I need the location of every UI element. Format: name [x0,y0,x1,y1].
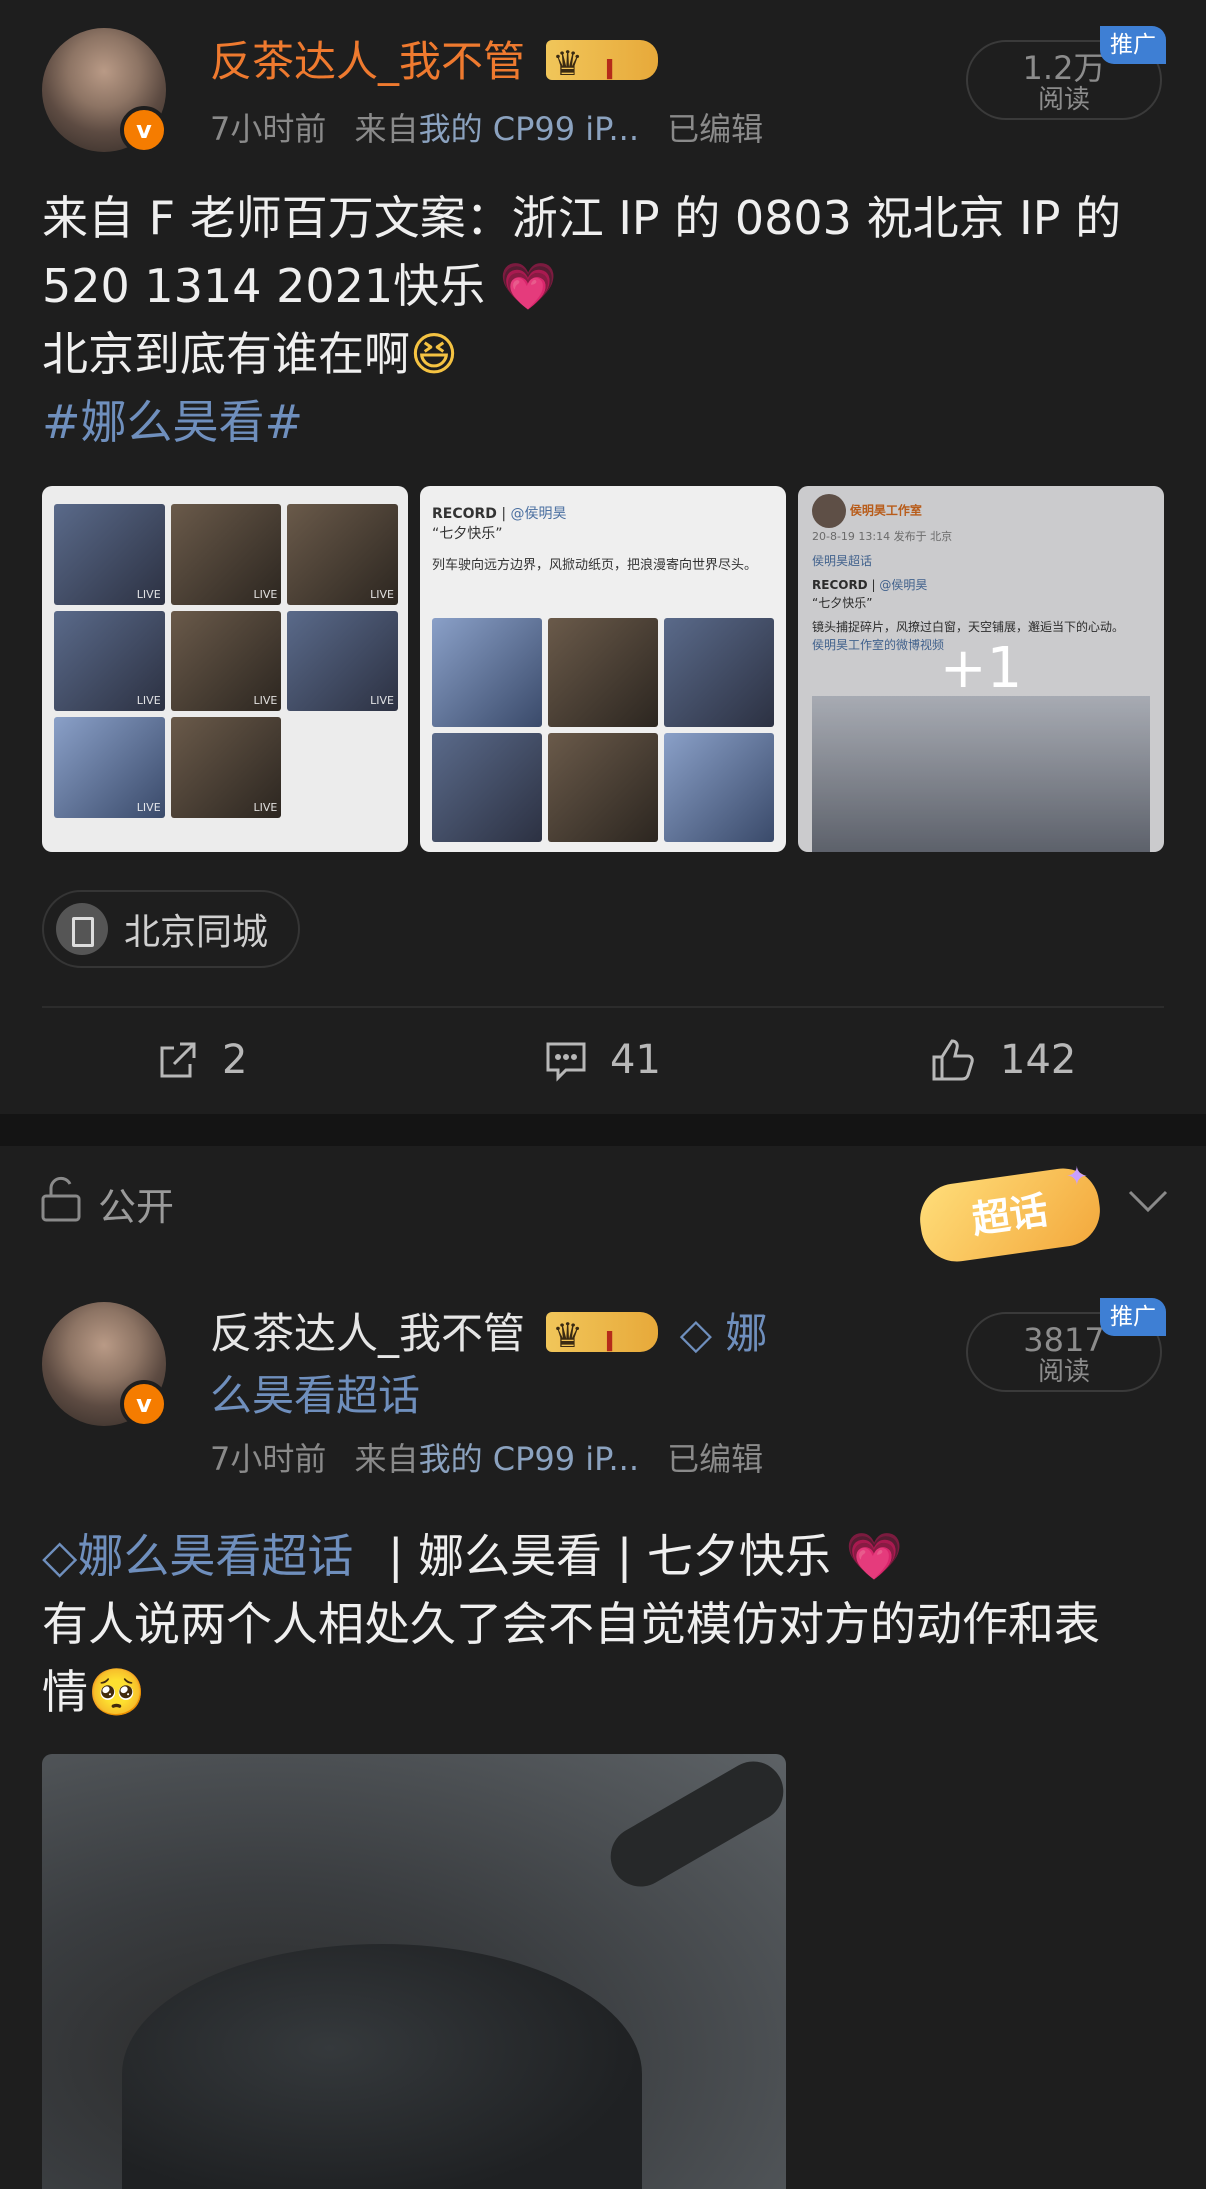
photo: LIVE [54,504,165,605]
repost-button[interactable]: 2 [156,1032,247,1088]
post-text-line: 来自 F 老师百万文案：浙江 IP 的 0803 祝北京 IP 的 [42,191,1122,245]
touched-emoji-icon: 🥺 [88,1665,146,1719]
source-prefix: 来自 [354,1440,419,1478]
read-label: 阅读 [1037,1357,1090,1387]
post-meta: 7小时前 来自我的 CP99 iP... 已编辑 [210,104,763,150]
photo-arm [599,1754,786,1898]
location-label: 北京同城 [124,912,269,953]
promo-badge[interactable]: 推广 [1100,26,1166,64]
photo: LIVE [54,610,165,712]
post-meta: 7小时前 来自我的 CP99 iP... 已编辑 [210,1434,763,1480]
hashtag-link[interactable]: #娜么昊看# [42,388,1172,456]
post-time: 7小时前 [210,1440,327,1478]
unlock-icon [41,1176,81,1222]
edited-label[interactable]: 已编辑 [667,1440,763,1478]
post-text-line: 情 [42,1665,88,1719]
image-thumb-1[interactable]: LIVE LIVE LIVE LIVE LIVE LIVE LIVE LIVE [42,486,408,852]
share-icon [160,1042,196,1078]
heart-emoji-icon: 💗 [499,259,558,313]
source-prefix: 来自 [354,110,419,148]
photo: LIVE [170,717,282,818]
diamond-icon: ◇ [42,1529,78,1583]
feed-separator [0,1114,1206,1146]
photo [432,733,542,842]
diamond-icon: ◇ [679,1309,713,1358]
post-tags: | 娜么昊看 | 七夕快乐 [388,1529,831,1583]
photo-figure [122,1944,642,2189]
image-thumb-3[interactable]: 侯明昊工作室 20-8-19 13:14 发布于 北京 侯明昊超话 RECORD… [798,486,1164,852]
chevron-down-icon[interactable] [1126,1188,1170,1216]
edited-label[interactable]: 已编辑 [667,110,763,148]
comment-count: 41 [610,1037,661,1083]
comment-icon [546,1042,586,1082]
photo [432,618,542,727]
photo: LIVE [170,504,282,605]
repost-count: 2 [222,1037,248,1083]
post-1: v 反茶达人_我不管 7小时前 来自我的 CP99 iP... 已编辑 1.2万… [0,0,1206,1110]
photo [664,618,774,727]
verified-badge-icon: v [120,1380,168,1428]
avatar[interactable]: v [42,1302,168,1428]
more-images-count: +1 [939,636,1023,701]
like-count: 142 [1000,1037,1077,1083]
username[interactable]: 反茶达人_我不管 [210,34,659,98]
post-text: ◇娜么昊看超话 | 娜么昊看 | 七夕快乐 💗 有人说两个人相处久了会不自觉模仿… [42,1522,1172,1726]
source-link[interactable]: 我的 CP99 iP... [419,110,639,148]
vip-crown-icon [546,1308,659,1370]
thumbs-up-icon [932,1039,974,1081]
post-2: v 反茶达人_我不管 ◇ 娜 么昊看超话 7小时前 来自我的 CP99 iP..… [0,1256,1206,2189]
source-link[interactable]: 我的 CP99 iP... [419,1440,639,1478]
post-time: 7小时前 [210,110,327,148]
photo: LIVE [287,610,398,712]
post-text-line: 有人说两个人相处久了会不自觉模仿对方的动作和表 [42,1597,1100,1651]
sparkle-icon: ✦ [1066,1162,1088,1192]
read-label: 阅读 [1037,85,1090,115]
image-thumb-2[interactable]: RECORD | @侯明昊 “七夕快乐” 列车驶向远方边界，风掀动纸页，把浪漫寄… [420,486,786,852]
grin-emoji-icon: 😆 [410,327,458,381]
photo: LIVE [287,504,398,605]
photo: LIVE [54,717,165,818]
building-icon [56,903,108,955]
supertopic-link[interactable]: ◇娜么昊看超话 [42,1529,353,1583]
photo: LIVE [170,610,282,712]
verified-badge-icon: v [120,106,168,154]
post-image[interactable] [42,1754,786,2189]
supertopic-link-cont[interactable]: 么昊看超话 [210,1368,810,1424]
photo [548,618,658,727]
comment-button[interactable]: 41 [544,1032,661,1088]
visibility-label[interactable]: 公开 [98,1176,174,1231]
divider [42,1006,1164,1008]
location-tag[interactable]: 北京同城 [42,890,301,968]
post-text-line: 北京到底有谁在啊 [42,327,410,381]
post-text-line: 520 1314 2021快乐 [42,259,486,313]
promo-badge[interactable]: 推广 [1100,1298,1166,1336]
username[interactable]: 反茶达人_我不管 ◇ 娜 么昊看超话 [210,1306,810,1424]
photo [548,733,658,842]
photo [664,733,774,842]
post-text: 来自 F 老师百万文案：浙江 IP 的 0803 祝北京 IP 的 520 13… [42,184,1172,456]
supertopic-link[interactable]: ◇ 娜 [680,1309,768,1358]
heart-emoji-icon: 💗 [845,1529,903,1583]
avatar[interactable]: v [42,28,168,154]
vip-crown-icon [546,36,659,98]
visibility-bar: 公开 超话 ✦ [0,1146,1206,1267]
like-button[interactable]: 142 [930,1032,1076,1088]
